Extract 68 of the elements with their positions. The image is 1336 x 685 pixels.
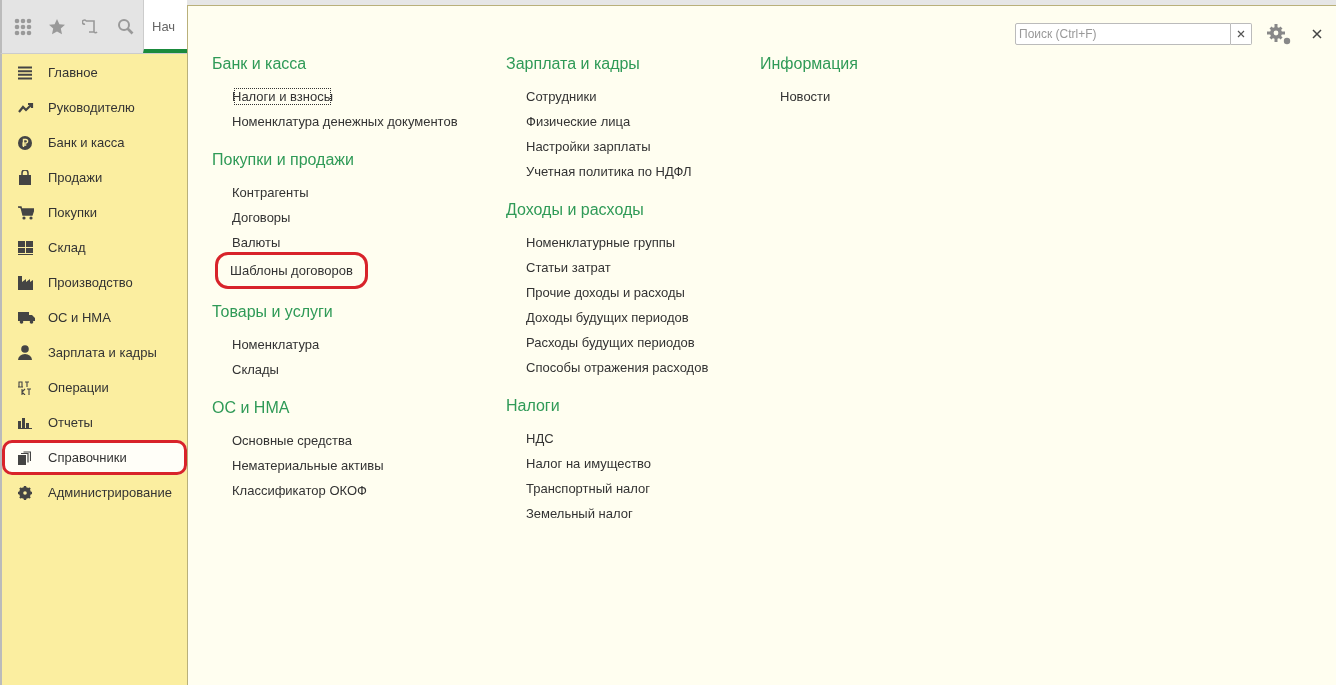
group-heading: Банк и касса	[212, 54, 308, 74]
group-heading: Налоги	[506, 396, 561, 416]
menu-link[interactable]: Номенклатурные группы	[524, 230, 678, 255]
group-heading: Доходы и расходы	[506, 200, 645, 220]
menu-link[interactable]: Склады	[230, 357, 281, 382]
sidebar-item[interactable]: Продажи	[2, 160, 187, 195]
menu-link[interactable]: Нематериальные активы	[230, 453, 386, 478]
menu-link[interactable]: Налоги и взносы	[230, 84, 336, 109]
menu-link[interactable]: Номенклатура денежных документов	[230, 109, 460, 134]
menu-link[interactable]: Контрагенты	[230, 180, 311, 205]
menu-link[interactable]: Транспортный налог	[524, 476, 653, 501]
factory-icon	[18, 275, 33, 290]
settings-icon	[18, 485, 32, 500]
menu-link[interactable]: Учетная политика по НДФЛ	[524, 159, 694, 184]
sidebar-item[interactable]: Отчеты	[2, 405, 187, 440]
star-icon[interactable]	[48, 17, 66, 36]
sidebar-item[interactable]: Главное	[2, 55, 187, 90]
home-tab[interactable]: Нач	[143, 0, 187, 53]
list-icon	[18, 65, 32, 80]
menu-link[interactable]: Доходы будущих периодов	[524, 305, 691, 330]
menu-link[interactable]: НДС	[524, 426, 556, 451]
menu-link[interactable]: Новости	[778, 84, 833, 109]
shelves-icon	[18, 240, 33, 255]
sidebar-item[interactable]: Администрирование	[2, 475, 187, 510]
documents-icon	[18, 450, 31, 465]
sidebar-item[interactable]: Руководителю	[2, 90, 187, 125]
sidebar-item[interactable]: Склад	[2, 230, 187, 265]
sidebar-item[interactable]: Производство	[2, 265, 187, 300]
menu-link[interactable]: Способы отражения расходов	[524, 355, 711, 380]
menu-link[interactable]: Основные средства	[230, 428, 354, 453]
truck-icon	[18, 311, 35, 324]
shopping-bag-icon	[18, 170, 32, 185]
group-heading: Зарплата и кадры	[506, 54, 641, 74]
menu-link[interactable]: Шаблоны договоров	[218, 255, 365, 286]
group-heading: Информация	[760, 54, 858, 74]
menu-link[interactable]: Прочие доходы и расходы	[524, 280, 687, 305]
sidebar-item[interactable]: Банк и касса	[2, 125, 187, 160]
menu-link[interactable]: Договоры	[230, 205, 293, 230]
trend-icon	[18, 101, 34, 114]
sidebar-item[interactable]: Покупки	[2, 195, 187, 230]
menu-link[interactable]: Расходы будущих периодов	[524, 330, 697, 355]
apps-grid-icon[interactable]	[14, 17, 32, 36]
sidebar-item[interactable]: ОС и НМА	[2, 300, 187, 335]
close-icon[interactable]	[1312, 29, 1322, 39]
menu-link[interactable]: Классификатор ОКОФ	[230, 478, 369, 503]
debit-credit-icon	[18, 380, 32, 395]
menu-link[interactable]: Налог на имущество	[524, 451, 654, 476]
bar-chart-icon	[18, 416, 32, 429]
menu-link[interactable]: Статьи затрат	[524, 255, 613, 280]
ruble-icon	[18, 135, 32, 150]
cart-icon	[18, 205, 34, 220]
menu-link[interactable]: Земельный налог	[524, 501, 635, 526]
group-heading: ОС и НМА	[212, 398, 291, 418]
menu-link[interactable]: Настройки зарплаты	[524, 134, 653, 159]
sidebar-item[interactable]: Зарплата и кадры	[2, 335, 187, 370]
group-heading: Покупки и продажи	[212, 150, 355, 170]
sidebar-item[interactable]: Операции	[2, 370, 187, 405]
menu-link[interactable]: Валюты	[230, 230, 283, 255]
menu-link[interactable]: Физические лица	[524, 109, 633, 134]
sidebar-item[interactable]: Справочники	[2, 440, 187, 475]
search-field[interactable]: Поиск (Ctrl+F)	[1015, 23, 1231, 45]
search-icon[interactable]	[117, 17, 135, 36]
clear-icon[interactable]	[1231, 23, 1252, 45]
group-heading: Товары и услуги	[212, 302, 334, 322]
menu-link[interactable]: Сотрудники	[524, 84, 599, 109]
settings-icon[interactable]	[1266, 23, 1292, 45]
menu-link[interactable]: Номенклатура	[230, 332, 322, 357]
person-icon	[18, 345, 32, 360]
